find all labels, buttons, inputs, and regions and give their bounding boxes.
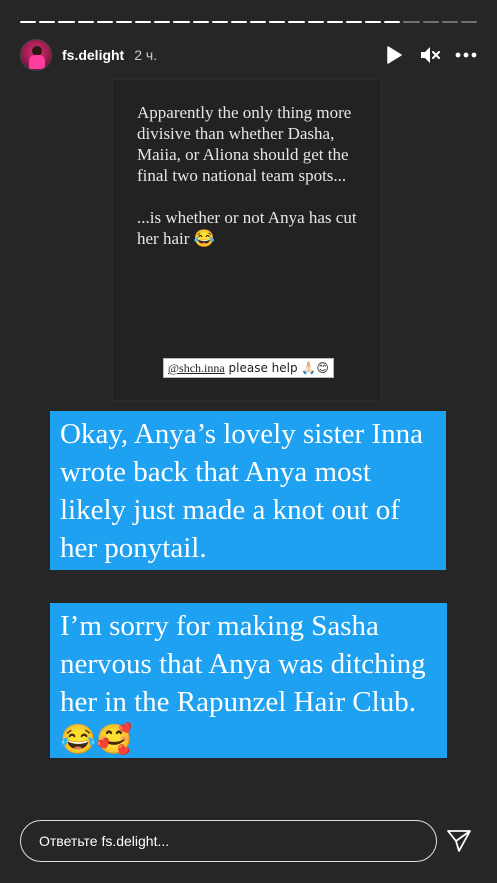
username-link[interactable]: fs.delight (62, 47, 124, 63)
progress-segment (422, 21, 439, 23)
progress-segment (345, 21, 363, 23)
progress-segment (288, 21, 305, 23)
progress-segment (307, 21, 324, 23)
mention-handle[interactable]: @shch.inna (168, 361, 225, 375)
progress-segment (154, 21, 171, 23)
progress-segment (250, 21, 267, 23)
progress-segment (365, 21, 382, 23)
progress-segment (39, 21, 56, 23)
progress-segment (20, 21, 37, 23)
avatar-dress (29, 55, 45, 69)
story-controls (383, 44, 477, 66)
mention-text: please help 🙏🏻😊 (224, 361, 329, 375)
send-icon (447, 830, 471, 852)
story-viewer: fs.delight 2 ч. Apparently the only thin… (0, 0, 497, 883)
more-icon (455, 52, 477, 58)
story-progress-bar (20, 21, 478, 23)
progress-segment (230, 21, 248, 23)
mute-icon (421, 47, 440, 63)
progress-segment (384, 21, 401, 23)
caption-text-1: Okay, Anya’s lovely sister Inna wrote ba… (50, 411, 446, 570)
story-header: fs.delight 2 ч. (20, 38, 477, 72)
more-options-button[interactable] (455, 44, 477, 66)
story-screenshot-card: Apparently the only thing more divisive … (113, 80, 381, 400)
progress-segment (173, 21, 190, 23)
progress-segment (269, 21, 286, 23)
mute-button[interactable] (419, 44, 441, 66)
progress-segment (441, 21, 458, 23)
progress-segment (192, 21, 209, 23)
reply-input[interactable]: Ответьте fs.delight... (20, 820, 437, 862)
post-time: 2 ч. (134, 47, 158, 63)
progress-segment (135, 21, 152, 23)
progress-segment (211, 21, 228, 23)
progress-segment (77, 21, 94, 23)
story-card-text: Apparently the only thing more divisive … (137, 103, 357, 248)
send-button[interactable] (445, 827, 473, 855)
play-button[interactable] (383, 44, 405, 66)
mention-sticker[interactable]: @shch.inna please help 🙏🏻😊 (163, 358, 334, 378)
avatar[interactable] (20, 39, 52, 71)
progress-segment (326, 21, 343, 23)
caption-text-2: I’m sorry for making Sasha nervous that … (50, 603, 447, 758)
progress-segment (115, 21, 133, 23)
progress-segment (58, 21, 75, 23)
progress-segment (403, 21, 420, 23)
play-icon (387, 46, 402, 64)
progress-segment (96, 21, 113, 23)
progress-segment (460, 21, 478, 23)
